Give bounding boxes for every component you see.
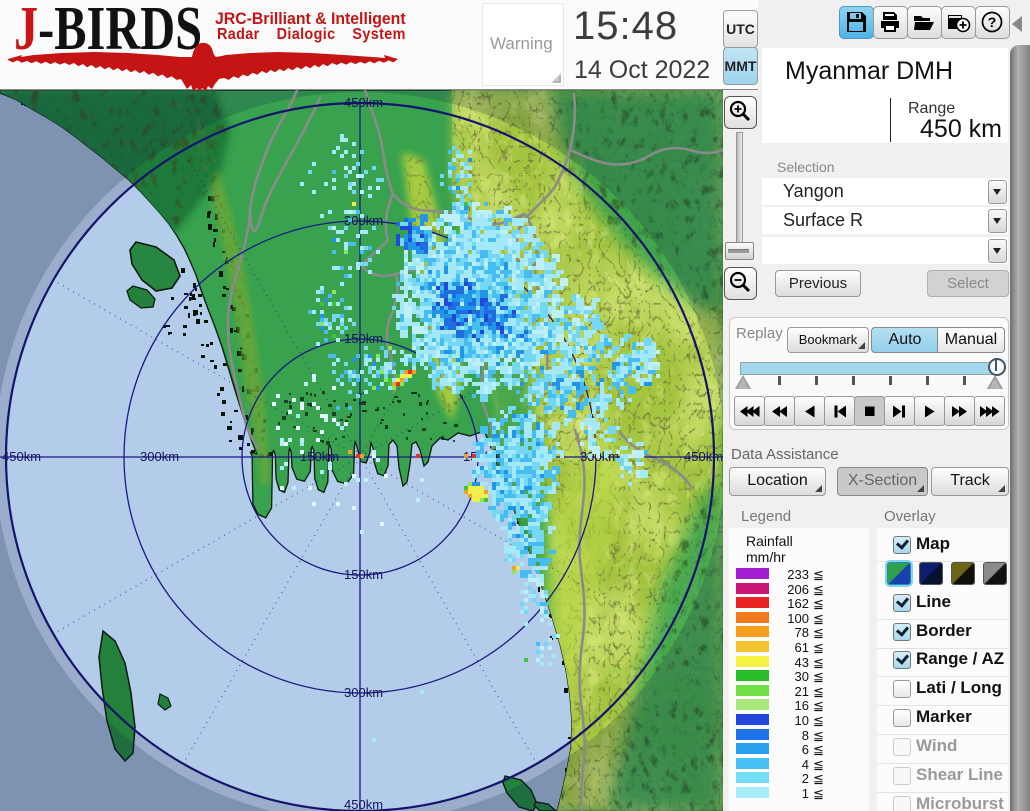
svg-text:150km: 150km xyxy=(344,331,383,346)
svg-text:450km: 450km xyxy=(2,449,41,464)
svg-text:300km: 300km xyxy=(344,685,383,700)
svg-text:150km: 150km xyxy=(300,449,339,464)
svg-text:150km: 150km xyxy=(344,567,383,582)
svg-text:450km: 450km xyxy=(344,95,383,110)
svg-text:300km: 300km xyxy=(140,449,179,464)
svg-text:?: ? xyxy=(988,14,997,30)
svg-text:450km: 450km xyxy=(684,449,723,464)
svg-text:450km: 450km xyxy=(344,797,383,811)
